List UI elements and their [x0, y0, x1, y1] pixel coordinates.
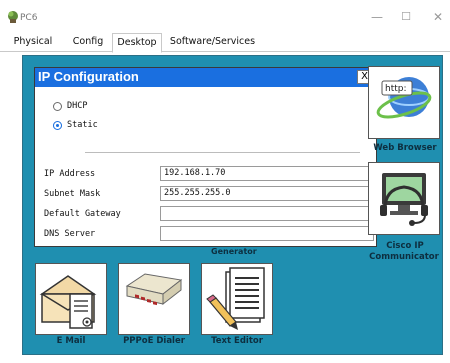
- text-editor-app[interactable]: [201, 263, 273, 335]
- tab-bar: Physical Config Desktop Software/Service…: [0, 33, 450, 53]
- email-app[interactable]: [35, 263, 107, 335]
- default-gateway-label: Default Gateway: [44, 209, 121, 219]
- dhcp-radio[interactable]: [53, 102, 62, 111]
- subnet-mask-field[interactable]: 255.255.255.0: [160, 186, 374, 201]
- ip-configuration-dialog: IP Configuration X DHCP Static IP Addres…: [34, 67, 377, 247]
- headset-monitor-icon: [380, 173, 428, 226]
- separator: [85, 152, 360, 153]
- pppoe-dialer-app[interactable]: [118, 263, 190, 335]
- dhcp-label: DHCP: [67, 101, 88, 111]
- text-editor-icon: [206, 267, 265, 330]
- default-gateway-field[interactable]: [160, 206, 374, 221]
- window-titlebar: PC6 — ☐ ✕: [0, 0, 450, 34]
- cisco-ip-label-line2: Communicator: [369, 252, 439, 262]
- maximize-button[interactable]: ☐: [396, 9, 416, 25]
- tab-software-services[interactable]: Software/Services: [165, 33, 260, 52]
- close-window-button[interactable]: ✕: [428, 9, 448, 25]
- dns-server-label: DNS Server: [44, 229, 96, 239]
- web-browser-label: Web Browser: [373, 143, 437, 153]
- subnet-mask-label: Subnet Mask: [44, 189, 101, 199]
- ip-address-label: IP Address: [44, 169, 96, 179]
- email-icon: [39, 275, 97, 329]
- pppoe-dialer-label: PPPoE Dialer: [123, 336, 185, 346]
- ip-address-field[interactable]: 192.168.1.70: [160, 166, 374, 181]
- browser-url-text: http:: [385, 84, 407, 94]
- tab-physical[interactable]: Physical: [4, 33, 62, 52]
- dialog-titlebar: IP Configuration X: [35, 68, 376, 87]
- static-radio[interactable]: [53, 121, 62, 130]
- desktop-area: IP Configuration X DHCP Static IP Addres…: [22, 55, 443, 355]
- web-browser-app[interactable]: http:: [368, 66, 440, 139]
- text-editor-label: Text Editor: [211, 336, 263, 346]
- web-browser-icon: http:: [376, 77, 432, 119]
- tab-desktop[interactable]: Desktop: [112, 33, 162, 53]
- pc-app-icon: [8, 11, 18, 23]
- cisco-ip-communicator-app[interactable]: [368, 162, 440, 235]
- email-label: E Mail: [56, 336, 86, 346]
- dialog-title: IP Configuration: [38, 69, 139, 84]
- window-title: PC6: [20, 13, 38, 23]
- modem-icon: [125, 273, 183, 306]
- hidden-app-label: Generator: [211, 247, 257, 256]
- minimize-button[interactable]: —: [367, 9, 387, 25]
- dns-server-field[interactable]: [160, 226, 374, 241]
- tab-config[interactable]: Config: [66, 33, 110, 52]
- static-label: Static: [67, 120, 98, 130]
- cisco-ip-label-line1: Cisco IP: [386, 241, 424, 251]
